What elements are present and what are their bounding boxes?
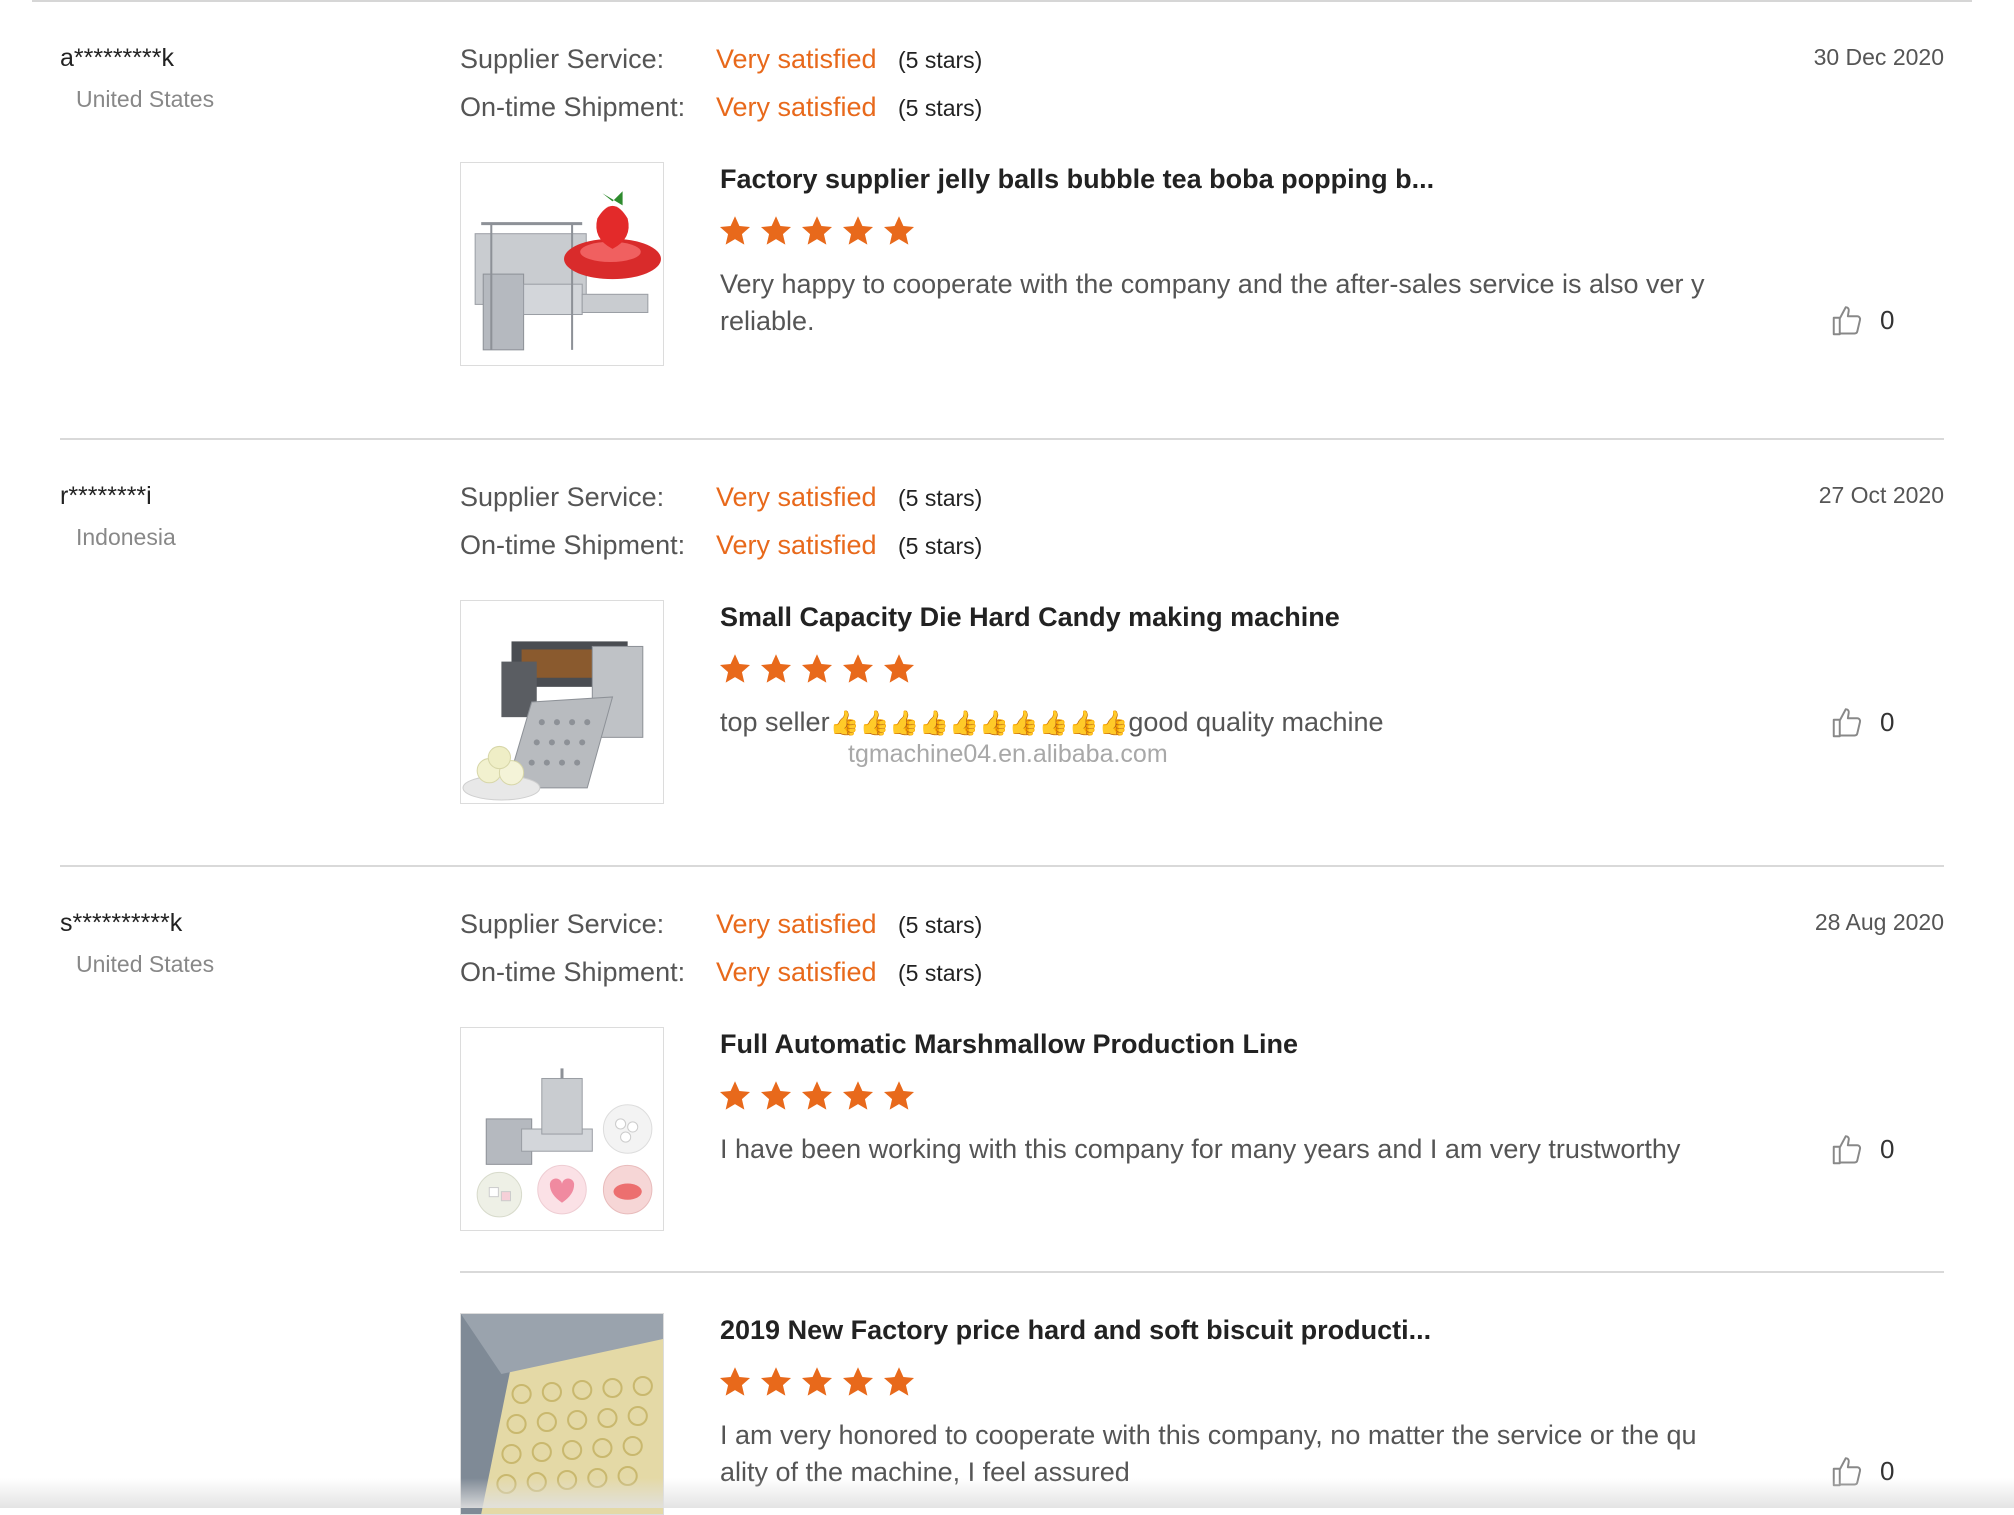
review-comment: Very happy to cooperate with the company… bbox=[720, 269, 1705, 336]
star-icon bbox=[800, 1365, 834, 1399]
star-icon bbox=[759, 652, 793, 686]
product-divider bbox=[460, 1271, 1944, 1273]
review-date: 28 Aug 2020 bbox=[1814, 909, 1944, 935]
reviewer-country: United States bbox=[76, 86, 215, 112]
product-image[interactable] bbox=[460, 600, 664, 804]
product-image[interactable] bbox=[460, 1027, 664, 1231]
star-icon bbox=[759, 1365, 793, 1399]
shipment-stars: (5 stars) bbox=[898, 95, 983, 121]
shipment-value: Very satisfied bbox=[716, 957, 877, 987]
thumbs-up-emoji-run: 👍👍👍👍👍👍👍👍👍👍 bbox=[829, 710, 1129, 737]
review-date: 30 Dec 2020 bbox=[1813, 44, 1944, 70]
shipment-label: On-time Shipment: bbox=[460, 530, 686, 560]
shipment-label: On-time Shipment: bbox=[460, 92, 686, 122]
reviewer-name: a*********k bbox=[60, 44, 174, 72]
supplier-service-value: Very satisfied bbox=[716, 909, 877, 939]
supplier-service-label: Supplier Service: bbox=[460, 482, 665, 512]
like-count: 0 bbox=[1880, 706, 1895, 737]
star-icon bbox=[718, 1079, 752, 1113]
review-date: 27 Oct 2020 bbox=[1818, 482, 1944, 508]
star-icon bbox=[759, 1079, 793, 1113]
like-button[interactable]: 0 bbox=[1830, 302, 1894, 338]
star-icon bbox=[718, 1365, 752, 1399]
star-icon bbox=[800, 1079, 834, 1113]
supplier-service-value: Very satisfied bbox=[716, 482, 877, 512]
star-icon bbox=[718, 652, 752, 686]
bottom-fade bbox=[0, 1478, 2014, 1508]
comment-text: top seller bbox=[720, 707, 830, 737]
product-rating bbox=[718, 1079, 916, 1113]
star-icon bbox=[800, 652, 834, 686]
reviewer-country: United States bbox=[76, 951, 215, 977]
product-title[interactable]: Small Capacity Die Hard Candy making mac… bbox=[720, 602, 1340, 633]
shipment-stars: (5 stars) bbox=[898, 533, 983, 559]
star-icon bbox=[841, 652, 875, 686]
product-rating bbox=[718, 652, 916, 686]
star-icon bbox=[800, 214, 834, 248]
review-item: a*********k United States Supplier Servi… bbox=[0, 0, 2014, 440]
product-image[interactable] bbox=[460, 162, 664, 366]
shipment-label: On-time Shipment: bbox=[460, 957, 686, 987]
like-count: 0 bbox=[1880, 1133, 1895, 1164]
product-rating bbox=[718, 214, 916, 248]
review-item: s**********k United States Supplier Serv… bbox=[0, 867, 2014, 1515]
review-comment: I have been working with this company fo… bbox=[720, 1134, 1681, 1164]
like-count: 0 bbox=[1880, 304, 1895, 335]
product-title[interactable]: Full Automatic Marshmallow Production Li… bbox=[720, 1029, 1298, 1060]
supplier-service-stars: (5 stars) bbox=[898, 47, 983, 73]
comment-text: good quality machine bbox=[1128, 707, 1384, 737]
thumbs-up-icon bbox=[1830, 1131, 1866, 1167]
star-icon bbox=[841, 1079, 875, 1113]
supplier-service-value: Very satisfied bbox=[716, 44, 877, 74]
reviewer-country: Indonesia bbox=[76, 524, 176, 550]
thumbs-up-icon bbox=[1830, 704, 1866, 740]
review-comment: top seller👍👍👍👍👍👍👍👍👍👍good quality machine bbox=[720, 704, 1710, 742]
like-button[interactable]: 0 bbox=[1830, 704, 1894, 740]
product-title[interactable]: Factory supplier jelly balls bubble tea … bbox=[720, 164, 1434, 195]
watermark-text: tgmachine04.en.alibaba.com bbox=[848, 740, 1168, 768]
review-item: r********i Indonesia Supplier Service: V… bbox=[0, 440, 2014, 866]
supplier-service-stars: (5 stars) bbox=[898, 485, 983, 511]
star-icon bbox=[882, 1079, 916, 1113]
supplier-service-stars: (5 stars) bbox=[898, 912, 983, 938]
shipment-stars: (5 stars) bbox=[898, 960, 983, 986]
supplier-service-label: Supplier Service: bbox=[460, 44, 665, 74]
reviewer-name: r********i bbox=[60, 482, 152, 510]
star-icon bbox=[841, 1365, 875, 1399]
star-icon bbox=[882, 652, 916, 686]
star-icon bbox=[882, 214, 916, 248]
star-icon bbox=[759, 214, 793, 248]
supplier-service-label: Supplier Service: bbox=[460, 909, 665, 939]
star-icon bbox=[841, 214, 875, 248]
shipment-value: Very satisfied bbox=[716, 530, 877, 560]
star-icon bbox=[718, 214, 752, 248]
star-icon bbox=[882, 1365, 916, 1399]
thumbs-up-icon bbox=[1830, 302, 1866, 338]
like-button[interactable]: 0 bbox=[1830, 1131, 1894, 1167]
product-title[interactable]: 2019 New Factory price hard and soft bis… bbox=[720, 1315, 1431, 1346]
shipment-value: Very satisfied bbox=[716, 92, 877, 122]
reviewer-name: s**********k bbox=[60, 909, 183, 937]
product-rating bbox=[718, 1365, 916, 1399]
